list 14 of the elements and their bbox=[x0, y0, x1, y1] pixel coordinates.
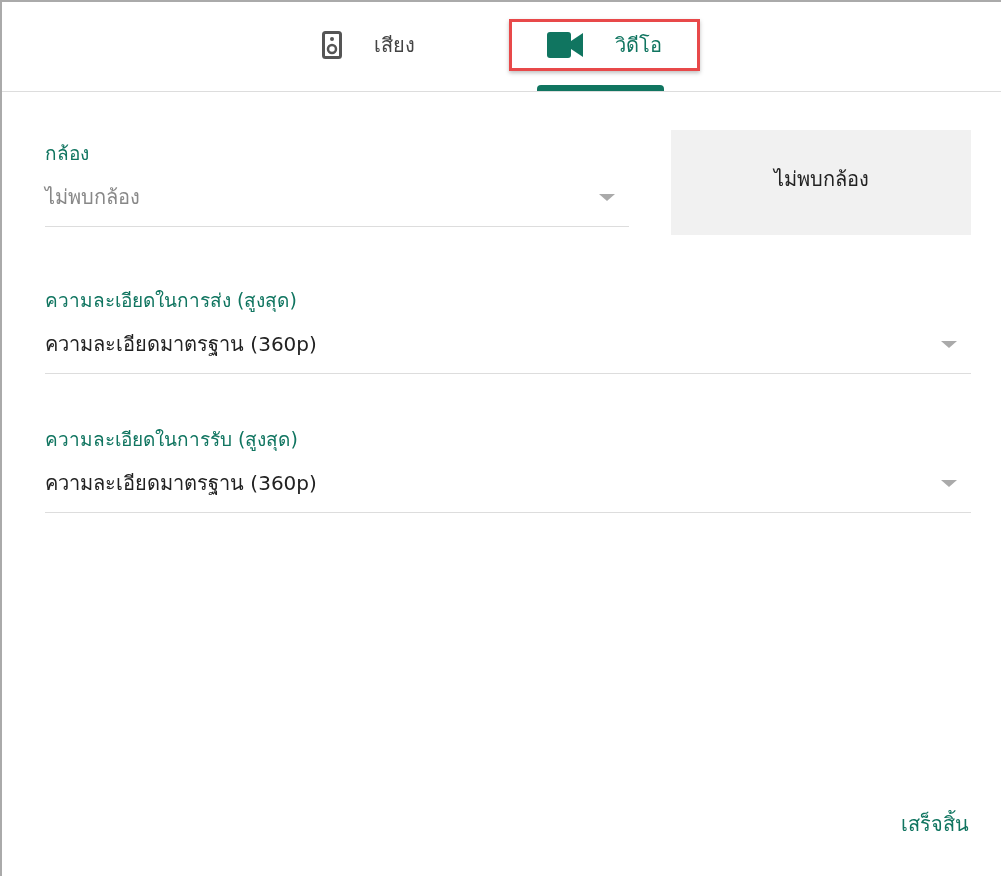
field-label: ความละเอียดในการส่ง (สูงสุด) bbox=[45, 288, 297, 314]
dropdown-field[interactable]: ความละเอียดมาตรฐาน (360p) bbox=[45, 315, 971, 374]
field-label: กล้อง bbox=[45, 141, 89, 166]
done-button[interactable]: เสร็จสิ้น bbox=[899, 800, 971, 848]
tab[interactable]: เสียง bbox=[286, 22, 450, 68]
dropdown-arrow-icon bbox=[941, 340, 957, 348]
field-label: ความละเอียดในการรับ (สูงสุด) bbox=[45, 427, 298, 453]
dropdown-arrow-icon bbox=[599, 193, 615, 201]
tab[interactable]: วิดีโอ bbox=[511, 22, 697, 68]
video-camera-icon bbox=[546, 32, 583, 58]
dropdown-arrow-icon bbox=[941, 479, 957, 487]
dropdown-field[interactable]: ความละเอียดมาตรฐาน (360p) bbox=[45, 454, 971, 513]
speaker-icon bbox=[321, 31, 342, 59]
camera-preview: ไม่พบกล้อง bbox=[671, 130, 971, 235]
